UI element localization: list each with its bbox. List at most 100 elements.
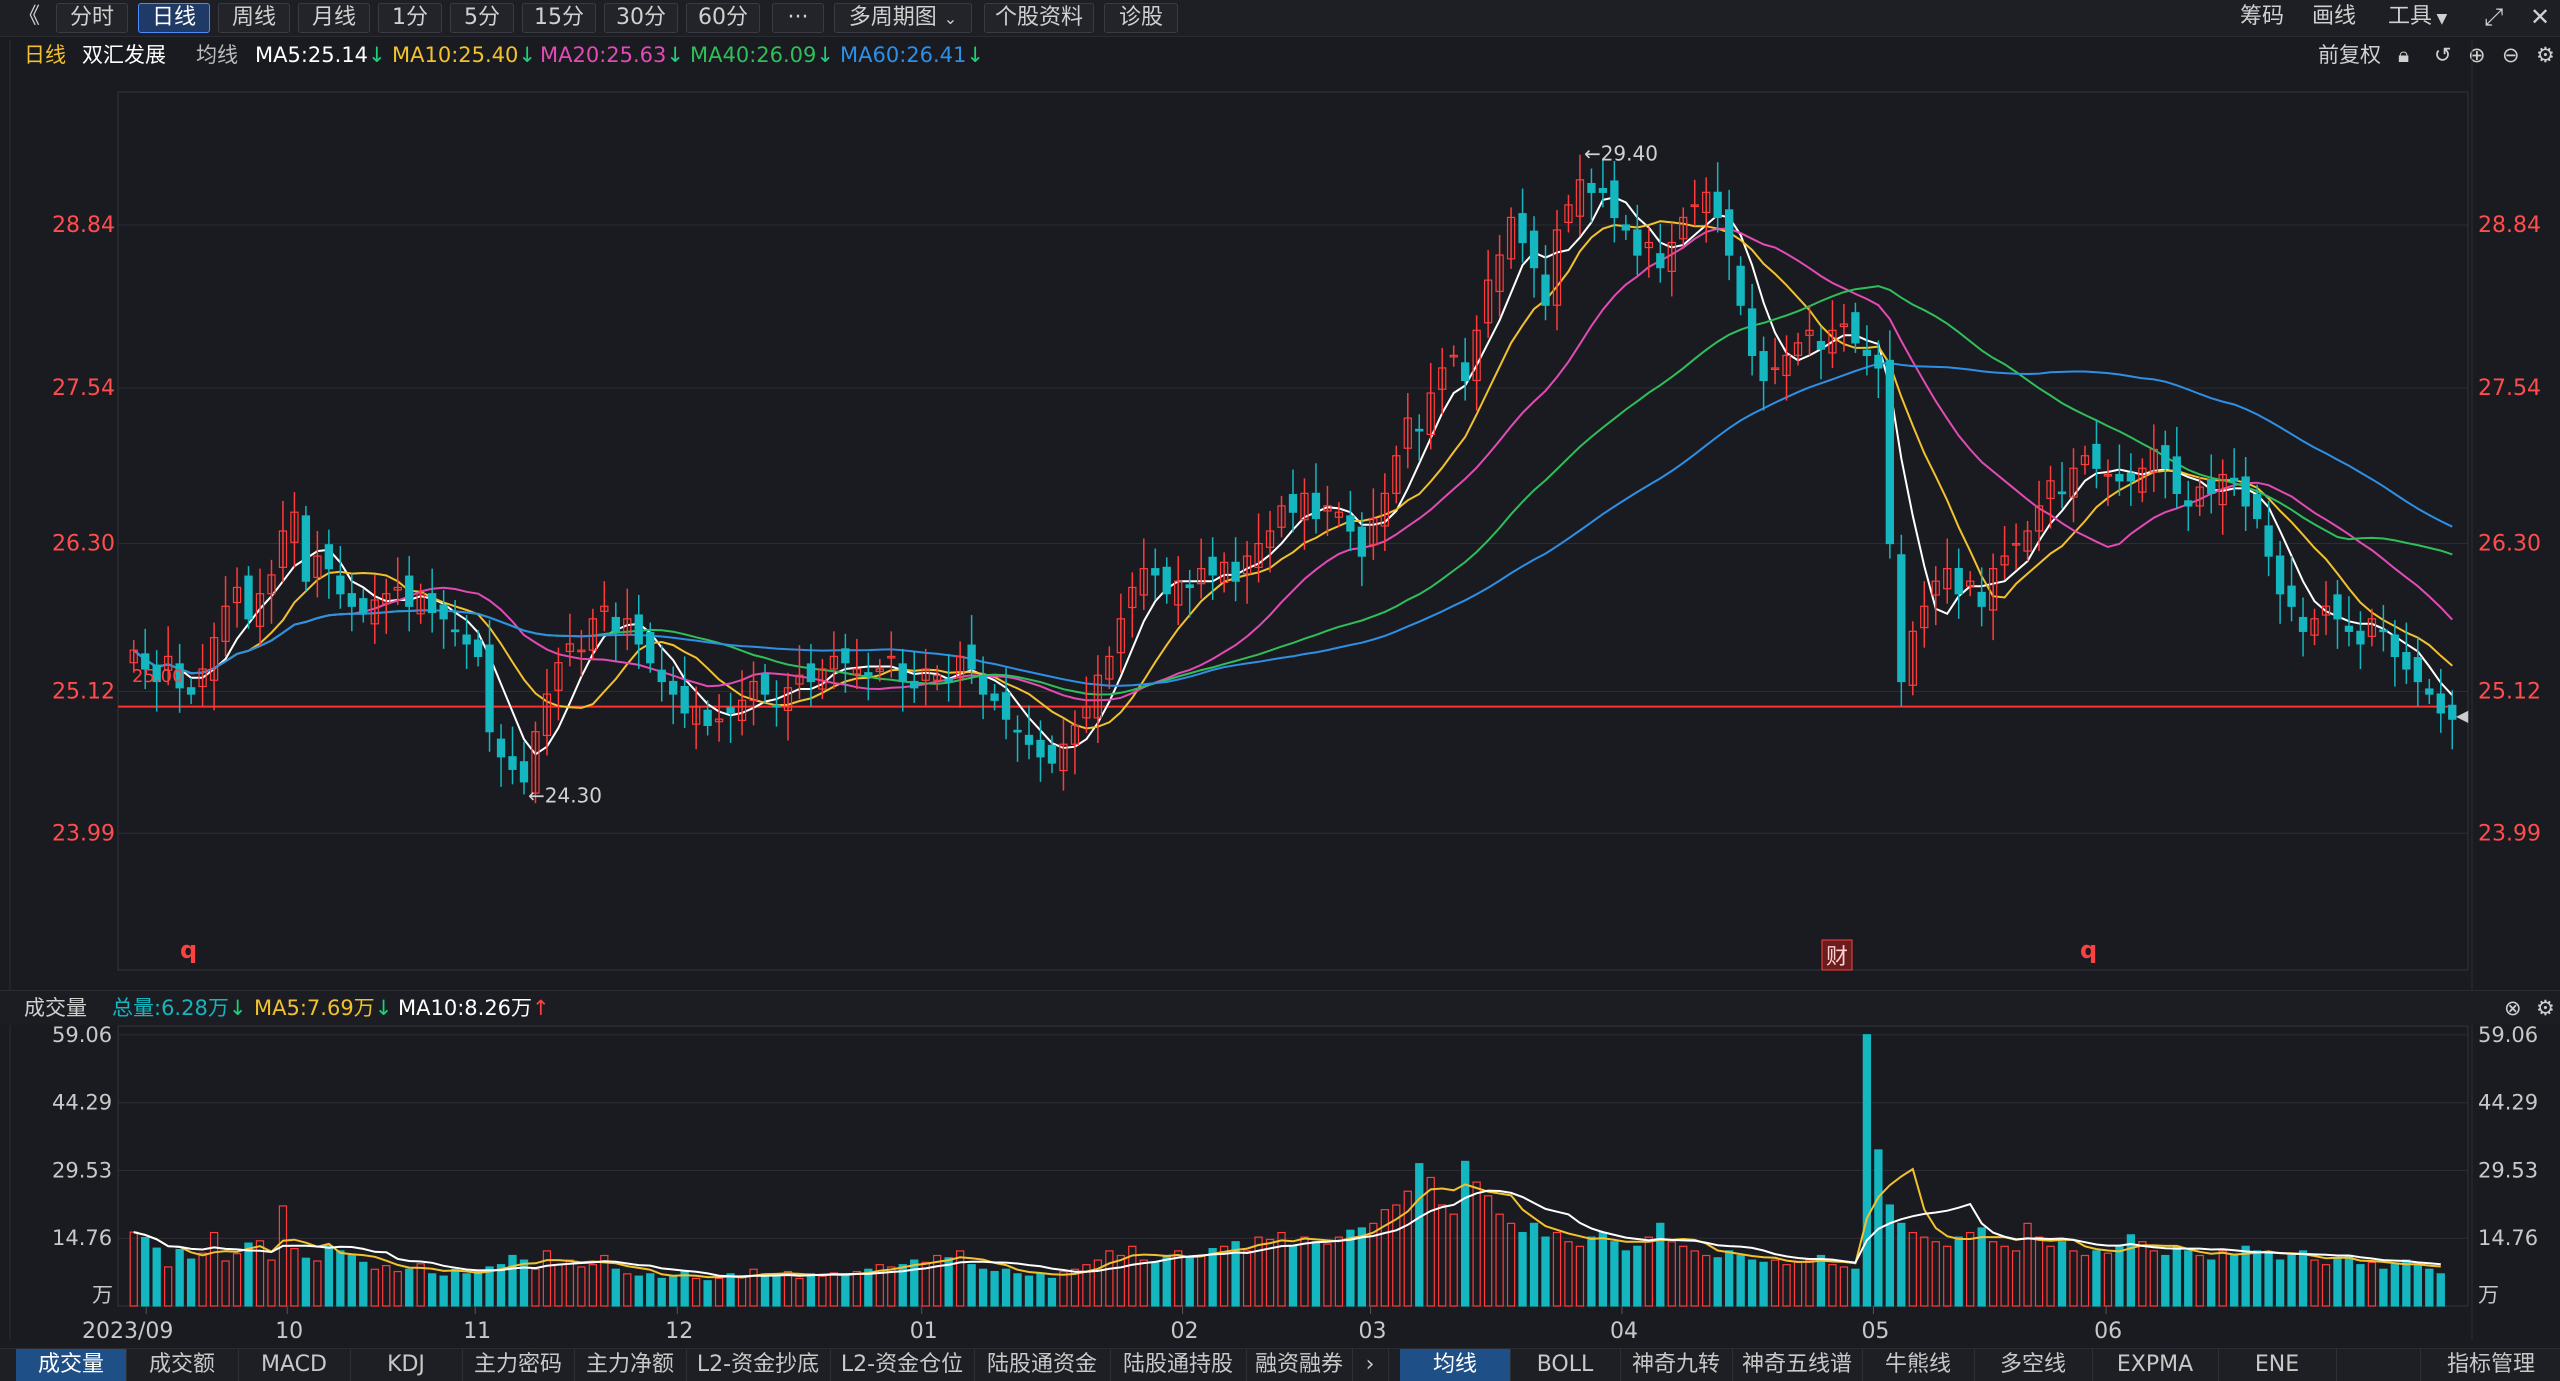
volume-bar bbox=[1197, 1254, 1206, 1307]
volume-bar bbox=[1254, 1236, 1263, 1307]
volume-bar bbox=[1426, 1176, 1435, 1307]
volume-bar bbox=[967, 1264, 976, 1307]
candle-body bbox=[405, 575, 414, 607]
tab-kdj[interactable]: KDJ bbox=[350, 1349, 463, 1381]
tab-magic-five-lines[interactable]: 神奇五线谱 bbox=[1732, 1349, 1863, 1381]
volume-bar bbox=[2287, 1254, 2296, 1307]
candle-body bbox=[1185, 584, 1194, 589]
candle-body bbox=[2184, 500, 2193, 507]
volume-bar bbox=[657, 1277, 666, 1307]
tab-main-force-net[interactable]: 主力净额 bbox=[574, 1349, 687, 1381]
kline-chart[interactable]: 28.84 28.84 27.54 27.54 26.30 26.30 25.12 25.12… bbox=[0, 0, 2560, 1380]
volume-bar bbox=[462, 1273, 471, 1307]
tab-bull-bear-line[interactable]: 牛熊线 bbox=[1862, 1349, 1975, 1381]
candle-body bbox=[450, 629, 460, 633]
volume-bar bbox=[1747, 1259, 1757, 1307]
volume-bar bbox=[772, 1275, 781, 1307]
volume-bar bbox=[2333, 1257, 2342, 1307]
volume-bar bbox=[1461, 1160, 1470, 1307]
volume-bar bbox=[955, 1250, 965, 1307]
volume-bar bbox=[1116, 1254, 1125, 1307]
volume-tick-label: 44.29 bbox=[52, 1091, 112, 1115]
candle-body bbox=[1415, 428, 1424, 432]
volume-bar bbox=[1770, 1259, 1780, 1307]
volume-bar bbox=[1139, 1259, 1148, 1307]
volume-bar bbox=[1713, 1257, 1722, 1307]
volume-bar bbox=[680, 1270, 689, 1307]
volume-bar bbox=[1564, 1241, 1573, 1307]
candle-body bbox=[1621, 224, 1631, 231]
volume-bar bbox=[1036, 1273, 1045, 1307]
indicator-manage-button[interactable]: 指标管理 bbox=[2420, 1349, 2560, 1381]
candle-body bbox=[1541, 274, 1550, 306]
tab-l2-position[interactable]: L2-资金仓位 bbox=[830, 1349, 975, 1381]
volume-bar bbox=[1001, 1268, 1011, 1307]
close-panel-icon[interactable]: ⊗ bbox=[2504, 991, 2522, 1025]
volume-bar bbox=[1621, 1250, 1631, 1307]
volume-bar bbox=[760, 1273, 770, 1307]
earnings-marker[interactable]: 财 bbox=[1826, 945, 1848, 970]
volume-bar bbox=[1047, 1277, 1057, 1307]
tab-ma[interactable]: 均线 bbox=[1400, 1349, 1511, 1381]
volume-bar bbox=[1013, 1273, 1022, 1307]
candle-body bbox=[1862, 349, 1872, 356]
volume-ma5: MA5:7.69万↓ bbox=[254, 996, 393, 1020]
tab-expma[interactable]: EXPMA bbox=[2092, 1349, 2219, 1381]
price-tick-label: 25.12 bbox=[2478, 680, 2541, 705]
tab-l2-bottom-fishing[interactable]: L2-资金抄底 bbox=[686, 1349, 831, 1381]
candle-body bbox=[2275, 555, 2285, 595]
volume-bar bbox=[1495, 1213, 1504, 1307]
volume-bar bbox=[2195, 1254, 2204, 1307]
tab-margin-trading[interactable]: 融资融券 bbox=[1246, 1349, 1353, 1381]
volume-bar bbox=[646, 1273, 655, 1307]
volume-bar bbox=[726, 1273, 735, 1307]
volume-bar bbox=[221, 1260, 230, 1307]
tab-northbound-funds[interactable]: 陆股通资金 bbox=[974, 1349, 1111, 1381]
volume-bar bbox=[1311, 1241, 1321, 1307]
volume-bar bbox=[691, 1277, 701, 1307]
candle-body bbox=[1461, 362, 1470, 382]
volume-bar bbox=[278, 1205, 288, 1307]
price-tick-label: 26.30 bbox=[2478, 532, 2541, 557]
time-tick-label: 12 bbox=[665, 1319, 693, 1344]
event-marker-q[interactable]: q bbox=[2080, 936, 2097, 964]
chevron-right-icon[interactable]: › bbox=[1352, 1349, 1389, 1381]
tab-long-short-line[interactable]: 多空线 bbox=[1974, 1349, 2093, 1381]
candle-body bbox=[1001, 692, 1011, 720]
volume-bar bbox=[1357, 1227, 1367, 1307]
volume-bar bbox=[2115, 1245, 2124, 1307]
candle-body bbox=[864, 672, 873, 676]
settings-gear-icon[interactable]: ⚙ bbox=[2536, 991, 2555, 1025]
candle-body bbox=[1736, 265, 1745, 306]
volume-bar bbox=[2011, 1250, 2021, 1307]
volume-bar bbox=[2126, 1234, 2136, 1307]
volume-tick-label: 29.53 bbox=[52, 1158, 112, 1182]
volume-bar bbox=[1346, 1229, 1355, 1307]
candle-body bbox=[301, 515, 311, 582]
volume-bar bbox=[1323, 1243, 1332, 1307]
volume-bar bbox=[164, 1266, 173, 1307]
volume-bar bbox=[129, 1231, 138, 1307]
volume-bar bbox=[852, 1270, 862, 1307]
volume-bar bbox=[1633, 1245, 1642, 1307]
tab-main-force-code[interactable]: 主力密码 bbox=[462, 1349, 575, 1381]
tab-turnover[interactable]: 成交额 bbox=[126, 1349, 239, 1381]
candle-body bbox=[2436, 693, 2445, 714]
volume-bar bbox=[1438, 1204, 1447, 1307]
volume-bar bbox=[2390, 1264, 2400, 1307]
tab-volume[interactable]: 成交量 bbox=[16, 1349, 127, 1381]
volume-bar bbox=[1724, 1250, 1734, 1307]
volume-bar bbox=[1024, 1275, 1034, 1307]
tab-boll[interactable]: BOLL bbox=[1510, 1349, 1621, 1381]
volume-bar bbox=[565, 1259, 575, 1307]
volume-bar bbox=[2138, 1241, 2147, 1307]
volume-bar bbox=[1690, 1250, 1699, 1307]
volume-bar bbox=[554, 1264, 563, 1307]
tab-magic-nine[interactable]: 神奇九转 bbox=[1620, 1349, 1733, 1381]
volume-bar bbox=[2023, 1222, 2032, 1307]
tab-macd[interactable]: MACD bbox=[238, 1349, 351, 1381]
tab-northbound-holdings[interactable]: 陆股通持股 bbox=[1110, 1349, 1247, 1381]
event-marker-q[interactable]: q bbox=[180, 936, 197, 964]
tab-ene[interactable]: ENE bbox=[2218, 1349, 2337, 1381]
candle-body bbox=[336, 575, 345, 595]
